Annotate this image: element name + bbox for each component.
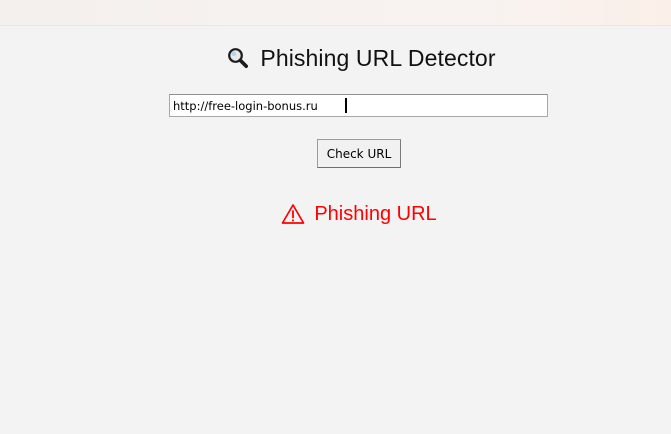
text-cursor	[345, 98, 347, 113]
result-message: Phishing URL	[0, 199, 671, 229]
window-top-bar	[0, 0, 671, 26]
app-window: Phishing URL Detector Check URL Phishing…	[0, 0, 671, 434]
magnifier-icon	[227, 47, 249, 69]
header: Phishing URL Detector	[0, 41, 671, 75]
url-input[interactable]	[169, 94, 548, 117]
check-url-button[interactable]: Check URL	[317, 139, 401, 168]
warning-icon	[281, 203, 305, 225]
page-title: Phishing URL Detector	[260, 44, 496, 71]
result-status-text: Phishing URL	[314, 202, 437, 225]
